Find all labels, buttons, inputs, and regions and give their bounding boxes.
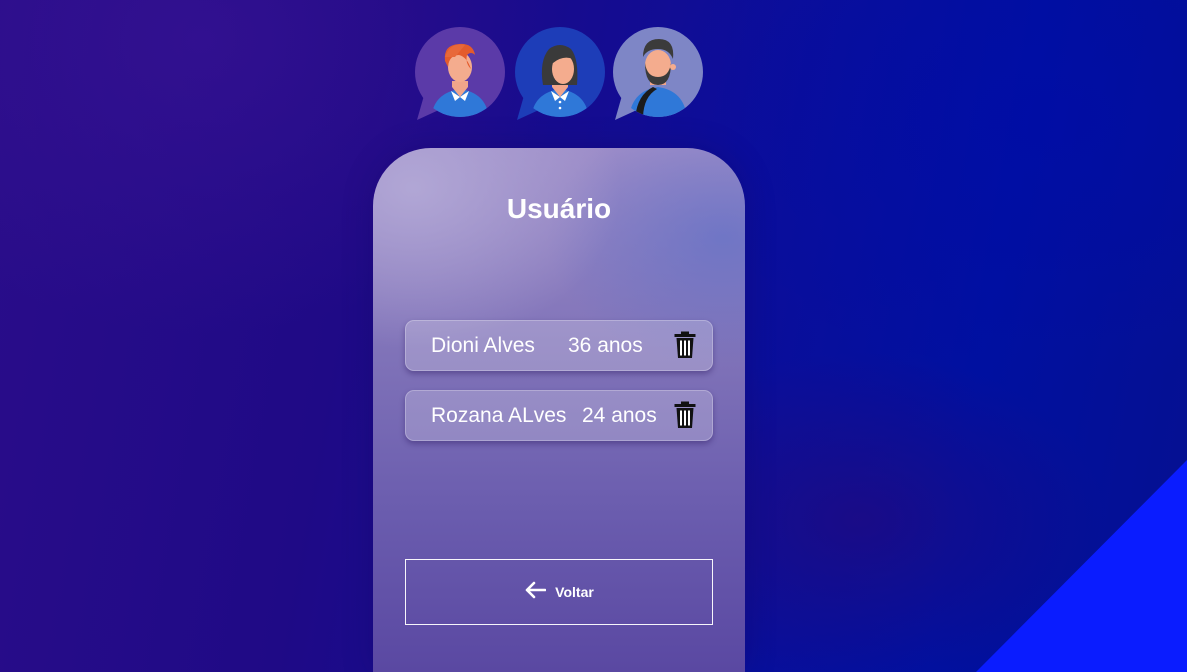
avatar-bearded-man-icon — [613, 27, 703, 122]
trash-icon[interactable] — [674, 331, 696, 359]
avatar-woman-icon — [515, 27, 605, 122]
trash-icon[interactable] — [674, 401, 696, 429]
avatar-group — [415, 27, 705, 122]
user-age: 24 anos — [582, 404, 657, 427]
user-card: Usuário Dioni Alves 36 anos Rozana ALves… — [373, 148, 745, 672]
back-button-label: Voltar — [555, 584, 594, 600]
user-list-item: Dioni Alves 36 anos — [405, 320, 713, 371]
page-title: Usuário — [506, 193, 612, 224]
user-name: Rozana ALves — [431, 404, 567, 427]
arrow-left-icon — [524, 581, 547, 604]
back-button-content: Voltar — [406, 560, 712, 624]
user-list-item: Rozana ALves 24 anos — [405, 390, 713, 441]
user-name: Dioni Alves — [431, 334, 535, 357]
back-button[interactable]: Voltar — [405, 559, 713, 625]
user-age: 36 anos — [568, 334, 643, 357]
avatar-red-hair-man-icon — [415, 27, 505, 122]
